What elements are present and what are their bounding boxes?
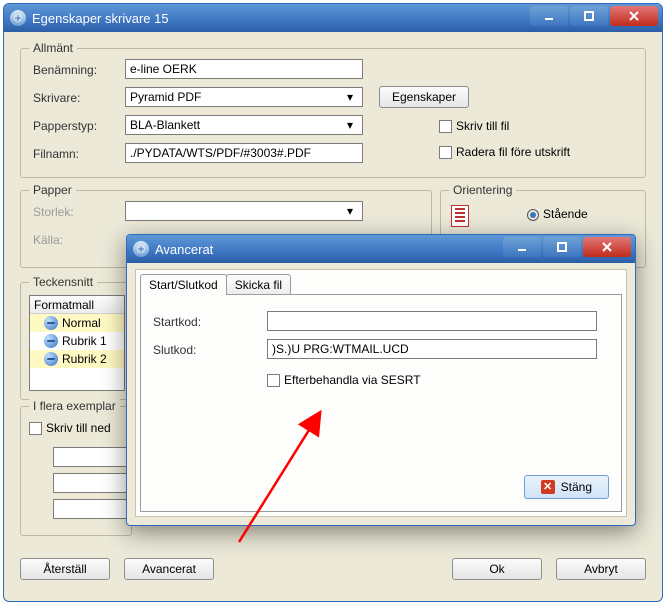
- label-size: Storlek:: [33, 205, 74, 219]
- modal-advanced: Avancerat Start/Slutkod Skicka fil Start…: [126, 234, 636, 526]
- chevron-down-icon: ▾: [342, 89, 358, 105]
- label-filename: Filnamn:: [33, 147, 79, 161]
- checkbox-icon: [29, 422, 42, 435]
- combo-papertype[interactable]: BLA-Blankett ▾: [125, 115, 363, 135]
- group-copies: I flera exemplar Skriv till ned: [20, 406, 132, 536]
- input-name[interactable]: e-line OERK: [125, 59, 363, 79]
- globe-icon: [44, 316, 58, 330]
- close-button[interactable]: [610, 6, 658, 26]
- tabpage-start-stop: Startkod: Slutkod: )S.)U PRG:WTMAIL.UCD …: [140, 294, 622, 512]
- copy-field-3[interactable]: [53, 499, 133, 519]
- list-item[interactable]: Rubrik 1: [30, 332, 124, 350]
- app-icon: [133, 241, 149, 257]
- modal-maximize-button[interactable]: [543, 237, 581, 257]
- tab-start-stop[interactable]: Start/Slutkod: [140, 274, 227, 295]
- legend-copies: I flera exemplar: [29, 399, 120, 413]
- label-source: Källa:: [33, 233, 63, 247]
- check-write-to-file[interactable]: Skriv till fil: [439, 119, 509, 133]
- modal-minimize-button[interactable]: [503, 237, 541, 257]
- globe-icon: [44, 352, 58, 366]
- combo-size[interactable]: ▾: [125, 201, 363, 221]
- tab-send-file[interactable]: Skicka fil: [226, 274, 291, 295]
- combo-printer[interactable]: Pyramid PDF ▾: [125, 87, 363, 107]
- label-printer: Skrivare:: [33, 91, 80, 105]
- modal-close-button[interactable]: ✕ Stäng: [524, 475, 609, 499]
- checkbox-icon: [267, 374, 280, 387]
- globe-icon: [44, 334, 58, 348]
- window-title: Egenskaper skrivare 15: [32, 11, 169, 26]
- properties-button[interactable]: Egenskaper: [379, 86, 469, 108]
- radio-portrait[interactable]: Stående: [527, 207, 588, 221]
- input-endcode[interactable]: )S.)U PRG:WTMAIL.UCD: [267, 339, 597, 359]
- list-item[interactable]: Rubrik 2: [30, 350, 124, 368]
- radio-icon: [527, 209, 539, 221]
- list-item[interactable]: Normal: [30, 314, 124, 332]
- reset-button[interactable]: Återställ: [20, 558, 110, 580]
- input-startcode[interactable]: [267, 311, 597, 331]
- group-font: Teckensnitt Formatmall Normal Rubrik 1 R…: [20, 282, 132, 400]
- cancel-button[interactable]: Avbryt: [556, 558, 646, 580]
- maximize-button[interactable]: [570, 6, 608, 26]
- copy-field-1[interactable]: [53, 447, 133, 467]
- chevron-down-icon: ▾: [342, 203, 358, 219]
- legend-orient: Orientering: [449, 183, 516, 197]
- legend-paper: Papper: [29, 183, 76, 197]
- page-portrait-icon: [451, 205, 469, 227]
- modal-x-button[interactable]: [583, 237, 631, 257]
- copy-field-2[interactable]: [53, 473, 133, 493]
- advanced-button[interactable]: Avancerat: [124, 558, 214, 580]
- label-papertype: Papperstyp:: [33, 119, 97, 133]
- close-icon: ✕: [541, 480, 555, 494]
- modal-titlebar[interactable]: Avancerat: [127, 235, 635, 263]
- chevron-down-icon: ▾: [342, 117, 358, 133]
- main-titlebar[interactable]: Egenskaper skrivare 15: [4, 4, 662, 32]
- minimize-button[interactable]: [530, 6, 568, 26]
- legend-font: Teckensnitt: [29, 275, 97, 289]
- modal-title: Avancerat: [155, 242, 213, 257]
- label-endcode: Slutkod:: [153, 343, 196, 357]
- group-general: Allmänt Benämning: e-line OERK Skrivare:…: [20, 48, 646, 178]
- ok-button[interactable]: Ok: [452, 558, 542, 580]
- legend-general: Allmänt: [29, 41, 77, 55]
- font-listbox[interactable]: Formatmall Normal Rubrik 1 Rubrik 2: [29, 295, 125, 391]
- modal-tabstrip: Start/Slutkod Skicka fil: [140, 274, 290, 295]
- checkbox-icon: [439, 120, 452, 133]
- list-header: Formatmall: [30, 296, 124, 314]
- label-startcode: Startkod:: [153, 315, 201, 329]
- check-delete-before[interactable]: Radera fil före utskrift: [439, 145, 570, 159]
- check-postprocess[interactable]: Efterbehandla via SESRT: [267, 373, 421, 387]
- app-icon: [10, 10, 26, 26]
- input-filename[interactable]: ./PYDATA/WTS/PDF/#3003#.PDF: [125, 143, 363, 163]
- checkbox-icon: [439, 146, 452, 159]
- check-write-down[interactable]: Skriv till ned: [29, 421, 111, 435]
- label-name: Benämning:: [33, 63, 97, 77]
